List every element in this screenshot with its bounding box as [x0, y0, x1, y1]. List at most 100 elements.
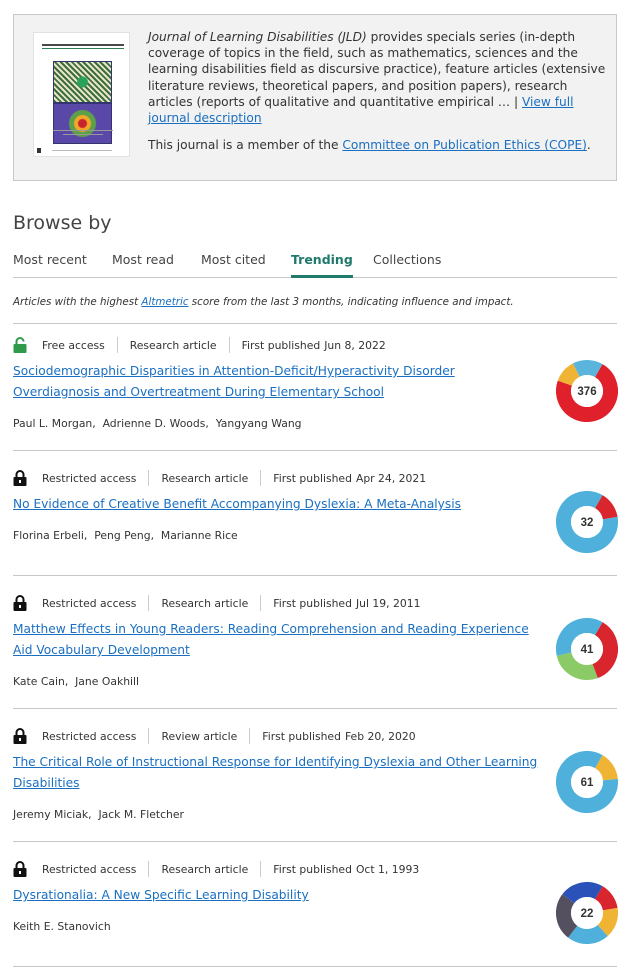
article-authors: Paul L. Morgan, Adrienne D. Woods, Yangy… — [13, 417, 302, 430]
article-meta: Restricted access Research article First… — [13, 861, 419, 877]
access-status: Free access — [42, 338, 105, 352]
lock-icon — [13, 728, 27, 744]
published-date: Oct 1, 1993 — [355, 862, 420, 876]
article-title-link[interactable]: Matthew Effects in Young Readers: Readin… — [13, 619, 543, 661]
meta-separator — [148, 470, 150, 486]
article-title-link[interactable]: Sociodemographic Disparities in Attentio… — [13, 361, 543, 403]
cover-text-line — [52, 150, 112, 151]
divider — [13, 575, 617, 576]
article-type: Research article — [161, 862, 249, 876]
article-type: Research article — [129, 338, 217, 352]
altmetric-badge[interactable]: 61 — [556, 751, 618, 813]
article-authors: Kate Cain, Jane Oakhill — [13, 675, 139, 688]
cover-art-bottom — [53, 103, 112, 144]
lock-icon — [13, 595, 27, 611]
trending-note: Articles with the highest Altmetric scor… — [13, 296, 514, 308]
cover-text-line — [53, 130, 113, 131]
author-separator: , — [205, 417, 216, 430]
author-name[interactable]: Jeremy Miciak — [13, 808, 88, 821]
meta-separator — [260, 861, 262, 877]
author-name[interactable]: Marianne Rice — [161, 529, 238, 542]
article-authors: Florina Erbeli, Peng Peng, Marianne Rice — [13, 529, 238, 542]
lock-icon — [13, 861, 27, 877]
cover-art-top — [53, 61, 112, 103]
journal-description: Journal of Learning Disabilities (JLD) p… — [148, 29, 608, 153]
author-name[interactable]: Jane Oakhill — [75, 675, 139, 688]
cope-suffix: . — [586, 138, 591, 153]
lock-icon — [13, 470, 27, 486]
article-title-link[interactable]: No Evidence of Creative Benefit Accompan… — [13, 494, 543, 515]
article-authors: Jeremy Miciak, Jack M. Fletcher — [13, 808, 184, 821]
cope-text: This journal is a member of the — [148, 138, 343, 153]
cope-link[interactable]: Committee on Publication Ethics (COPE) — [342, 138, 587, 152]
published-label: First published — [262, 729, 341, 743]
meta-separator — [148, 595, 150, 611]
article-meta: Restricted access Research article First… — [13, 595, 420, 611]
meta-separator — [148, 861, 150, 877]
published-date: Jul 19, 2011 — [355, 596, 421, 610]
journal-info-box: Journal of Learning Disabilities (JLD) p… — [13, 14, 617, 181]
published-label: First published — [273, 862, 352, 876]
altmetric-score: 61 — [581, 777, 594, 789]
cover-title — [42, 42, 124, 46]
author-name[interactable]: Yangyang Wang — [216, 417, 302, 430]
article-meta: Restricted access Research article First… — [13, 470, 426, 486]
altmetric-score: 376 — [577, 386, 596, 398]
published-label: First published — [273, 596, 352, 610]
altmetric-link[interactable]: Altmetric — [141, 296, 188, 308]
altmetric-score: 22 — [581, 908, 594, 920]
author-name[interactable]: Peng Peng — [94, 529, 150, 542]
divider — [13, 708, 617, 709]
article-meta: Restricted access Review article First p… — [13, 728, 416, 744]
meta-separator — [116, 337, 118, 353]
author-name[interactable]: Kate Cain — [13, 675, 65, 688]
published-label: First published — [273, 471, 352, 485]
author-name[interactable]: Adrienne D. Woods — [103, 417, 206, 430]
published-date: Feb 20, 2020 — [344, 729, 416, 743]
tab-most-recent[interactable]: Most recent — [13, 252, 87, 278]
author-separator: , — [88, 808, 99, 821]
altmetric-score: 32 — [581, 517, 594, 529]
note-prefix: Articles with the highest — [13, 296, 142, 308]
author-name[interactable]: Paul L. Morgan — [13, 417, 92, 430]
altmetric-badge[interactable]: 32 — [556, 491, 618, 553]
altmetric-badge[interactable]: 41 — [556, 618, 618, 680]
browse-tabs: Most recent Most read Most cited Trendin… — [13, 250, 617, 278]
published-date: Jun 8, 2022 — [324, 338, 386, 352]
author-name[interactable]: Florina Erbeli — [13, 529, 84, 542]
unlock-icon — [13, 337, 27, 353]
altmetric-badge[interactable]: 376 — [556, 360, 618, 422]
access-status: Restricted access — [42, 596, 137, 610]
journal-cover-image[interactable] — [33, 32, 130, 157]
meta-separator — [148, 728, 150, 744]
author-name[interactable]: Keith E. Stanovich — [13, 920, 111, 933]
divider — [13, 323, 617, 324]
divider — [13, 966, 617, 967]
divider — [13, 841, 617, 842]
article-title-link[interactable]: The Critical Role of Instructional Respo… — [13, 752, 543, 794]
access-status: Restricted access — [42, 862, 137, 876]
author-separator: , — [150, 529, 161, 542]
author-name[interactable]: Jack M. Fletcher — [98, 808, 184, 821]
article-type: Research article — [161, 471, 249, 485]
access-status: Restricted access — [42, 471, 137, 485]
article-authors: Keith E. Stanovich — [13, 920, 111, 933]
article-type: Review article — [161, 729, 238, 743]
published-date: Apr 24, 2021 — [355, 471, 427, 485]
article-meta: Free access Research article First publi… — [13, 337, 386, 353]
divider — [13, 450, 617, 451]
altmetric-badge[interactable]: 22 — [556, 882, 618, 944]
note-suffix: score from the last 3 months, indicating… — [188, 296, 514, 308]
meta-separator — [260, 595, 262, 611]
tab-most-cited[interactable]: Most cited — [201, 252, 266, 278]
publisher-logo — [37, 148, 41, 153]
tab-collections[interactable]: Collections — [373, 252, 441, 278]
journal-name: Journal of Learning Disabilities (JLD) — [148, 30, 367, 44]
cover-text-line — [63, 134, 103, 135]
article-type: Research article — [161, 596, 249, 610]
article-title-link[interactable]: Dysrationalia: A New Specific Learning D… — [13, 885, 543, 906]
browse-by-heading: Browse by — [13, 212, 112, 234]
altmetric-score: 41 — [581, 644, 594, 656]
tab-most-read[interactable]: Most read — [112, 252, 174, 278]
tab-trending[interactable]: Trending — [291, 252, 353, 278]
